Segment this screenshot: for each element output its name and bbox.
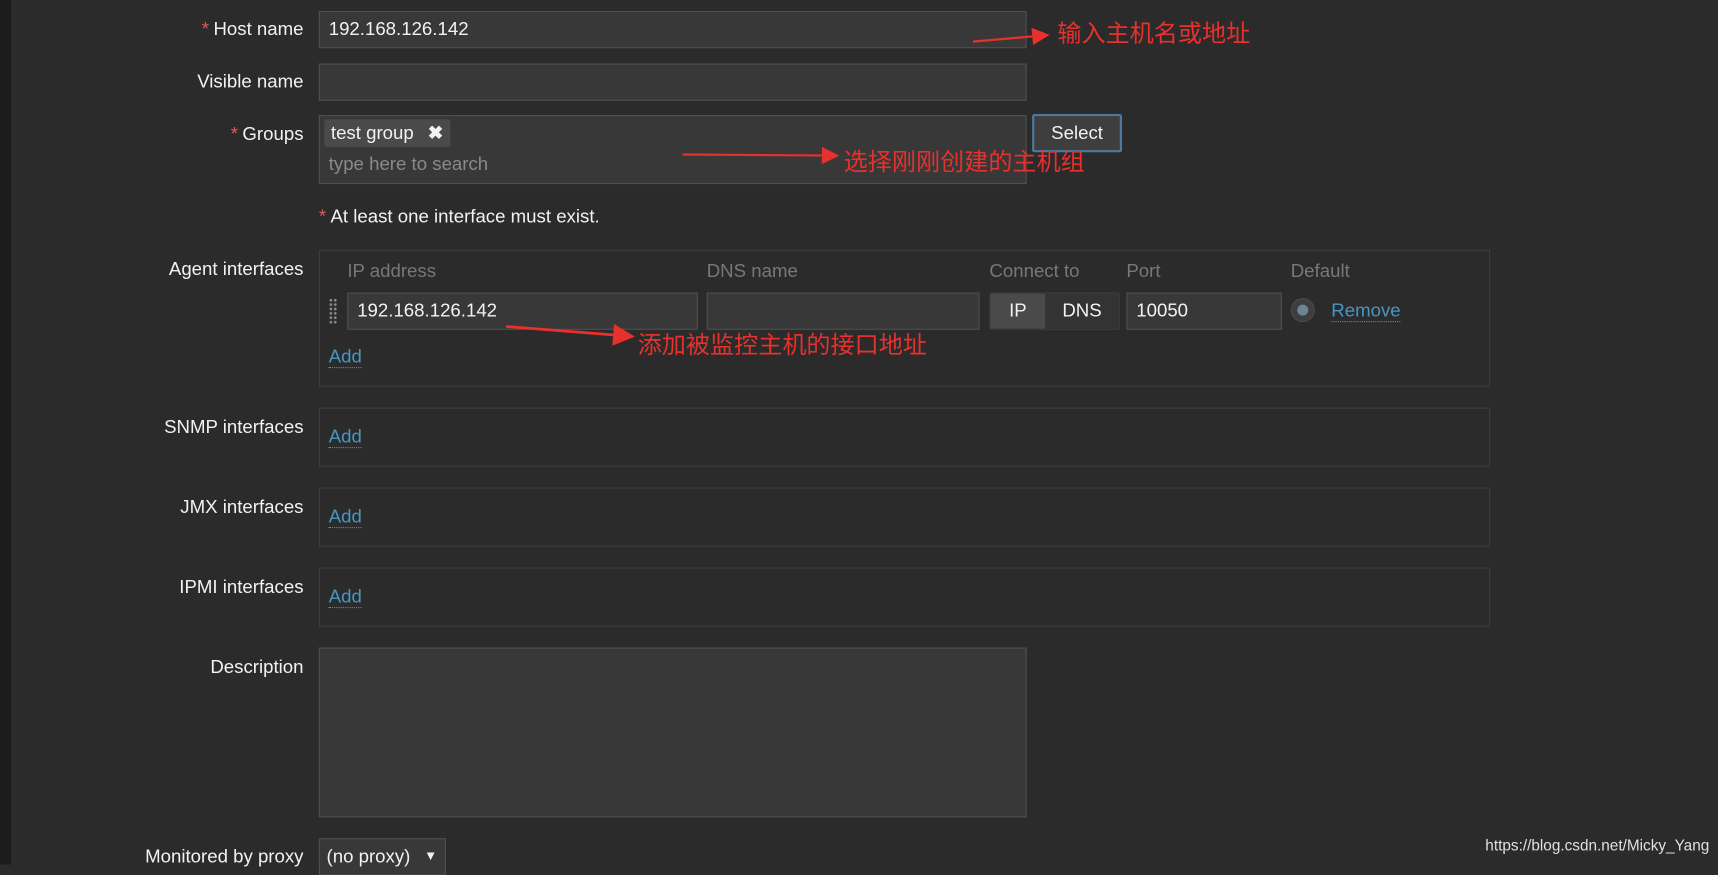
annotation-host-name: 输入主机名或地址 [1057, 20, 1251, 49]
snmp-interfaces-box [318, 407, 1491, 467]
note-text: At least one interface must exist. [330, 205, 600, 227]
host-name-input[interactable]: 192.168.126.142 [318, 10, 1027, 49]
port-input[interactable]: 10050 [1126, 292, 1282, 330]
host-name-label: * Host name [201, 18, 304, 40]
proxy-select[interactable]: (no proxy) ▼ [318, 838, 446, 875]
snmp-interfaces-label: SNMP interfaces [164, 416, 304, 438]
ipmi-interfaces-box [318, 567, 1491, 627]
col-port: Port [1126, 260, 1161, 282]
annotation-groups: 选择刚刚创建的主机组 [843, 149, 1085, 177]
visible-name-label: Visible name [197, 71, 304, 93]
add-ipmi-interface-link[interactable]: Add [328, 587, 362, 609]
label-text: Host name [213, 18, 304, 40]
group-tag: test group ✖ [324, 119, 450, 147]
description-label: Description [210, 656, 304, 678]
default-radio[interactable] [1290, 298, 1315, 323]
add-jmx-interface-link[interactable]: Add [328, 507, 362, 529]
annotation-interface: 添加被监控主机的接口地址 [637, 331, 927, 360]
visible-name-input[interactable] [318, 63, 1027, 101]
drag-handle-icon[interactable] [328, 298, 338, 325]
groups-label: * Groups [230, 123, 304, 145]
label-text: Groups [242, 123, 304, 145]
group-tag-label: test group [330, 122, 414, 144]
agent-interfaces-label: Agent interfaces [168, 258, 304, 280]
watermark: https://blog.csdn.net/Micky_Yang [1485, 836, 1710, 854]
remove-tag-icon[interactable]: ✖ [428, 123, 444, 144]
dns-name-input[interactable] [706, 292, 980, 330]
connect-dns-option[interactable]: DNS [1045, 293, 1119, 329]
description-textarea[interactable] [318, 647, 1027, 818]
connect-to-toggle: IP DNS [989, 292, 1120, 330]
jmx-interfaces-label: JMX interfaces [180, 496, 304, 518]
ip-address-input[interactable]: 192.168.126.142 [347, 292, 698, 330]
col-default: Default [1290, 260, 1350, 282]
col-ip-address: IP address [347, 260, 437, 282]
add-snmp-interface-link[interactable]: Add [328, 427, 362, 449]
col-connect-to: Connect to [989, 260, 1080, 282]
interface-note: * At least one interface must exist. [318, 205, 600, 227]
ipmi-interfaces-label: IPMI interfaces [179, 576, 304, 598]
groups-search-placeholder[interactable]: type here to search [329, 149, 488, 180]
jmx-interfaces-box [318, 487, 1491, 547]
host-form: * Host name 192.168.126.142 Visible name … [0, 0, 1718, 875]
remove-interface-link[interactable]: Remove [1331, 301, 1401, 323]
sidebar-edge [0, 0, 11, 865]
proxy-value: (no proxy) [326, 845, 411, 867]
add-agent-interface-link[interactable]: Add [328, 347, 362, 369]
col-dns-name: DNS name [706, 260, 798, 282]
dropdown-arrow-icon: ▼ [424, 848, 438, 864]
connect-ip-option[interactable]: IP [990, 293, 1046, 329]
